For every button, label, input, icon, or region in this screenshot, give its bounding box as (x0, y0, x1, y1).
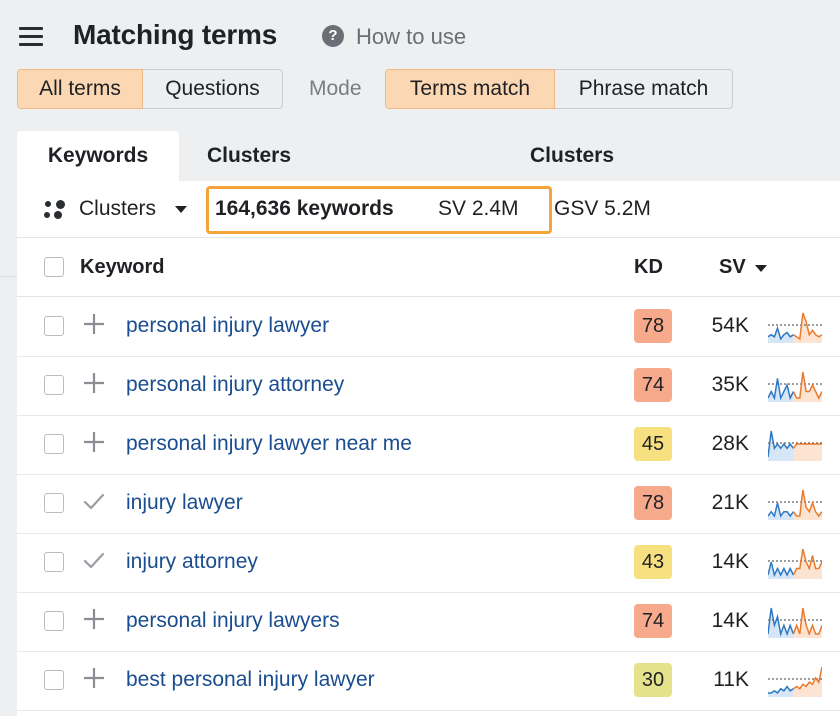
kd-badge: 30 (634, 663, 672, 697)
plus-icon[interactable] (83, 429, 105, 455)
table-header: Keyword KD SV (17, 238, 840, 297)
question-circle-icon[interactable]: ? (322, 25, 344, 47)
chevron-down-icon[interactable] (175, 206, 187, 213)
trend-sparkline (768, 312, 822, 343)
row-checkbox[interactable] (44, 611, 64, 631)
kd-badge: 78 (634, 486, 672, 520)
keyword-link[interactable]: personal injury attorney (126, 373, 344, 397)
keyword-link[interactable]: personal injury lawyer near me (126, 432, 412, 456)
tab-clusters-by-parent-topic[interactable]: Clusters by Parent Topic (207, 131, 291, 317)
phrase-match-button[interactable]: Phrase match (555, 69, 733, 109)
sv-value: 14K (711, 550, 749, 573)
clusters-icon (44, 200, 66, 220)
tab-clusters-by-terms[interactable]: Clusters by terms (530, 131, 614, 267)
table-row: personal injury lawyer near me 45 28K (17, 415, 840, 475)
trend-sparkline (768, 371, 822, 402)
mode-label: Mode (309, 77, 362, 100)
row-checkbox[interactable] (44, 552, 64, 572)
kd-badge: 45 (634, 427, 672, 461)
trend-sparkline (768, 607, 822, 638)
table-row: injury lawyer 78 21K (17, 474, 840, 534)
sv-value: 35K (711, 373, 749, 396)
plus-icon[interactable] (83, 370, 105, 396)
sv-total: SV 2.4M (438, 197, 519, 220)
trend-sparkline (768, 548, 822, 579)
trend-sparkline (768, 489, 822, 520)
row-checkbox[interactable] (44, 434, 64, 454)
table-row: best personal injury lawyer 30 11K (17, 651, 840, 711)
toolbar: Clusters 164,636 keywords SV 2.4M GSV 5.… (17, 181, 840, 238)
keyword-link[interactable]: injury lawyer (126, 491, 243, 515)
clusters-dropdown[interactable]: Clusters (79, 197, 156, 221)
sv-value: 54K (711, 314, 749, 337)
keyword-link[interactable]: best personal injury lawyer (126, 668, 375, 692)
kd-badge: 78 (634, 309, 672, 343)
row-checkbox[interactable] (44, 670, 64, 690)
keyword-link[interactable]: personal injury lawyer (126, 314, 329, 338)
sort-desc-icon[interactable] (755, 265, 767, 272)
table-row: injury attorney 43 14K (17, 533, 840, 593)
kd-badge: 43 (634, 545, 672, 579)
terms-match-button[interactable]: Terms match (385, 69, 555, 109)
plus-icon[interactable] (83, 311, 105, 337)
keywords-panel: Clusters 164,636 keywords SV 2.4M GSV 5.… (17, 181, 840, 716)
questions-button[interactable]: Questions (143, 69, 283, 109)
column-kd[interactable]: KD (634, 256, 663, 279)
sv-value: 11K (713, 668, 749, 691)
column-keyword[interactable]: Keyword (80, 256, 164, 279)
divider (0, 276, 17, 277)
page-title: Matching terms (73, 19, 278, 50)
keyword-link[interactable]: injury attorney (126, 550, 258, 574)
check-icon[interactable] (83, 488, 105, 514)
table-row: personal injury lawyers 74 14K (17, 592, 840, 652)
trend-sparkline (768, 666, 822, 697)
hamburger-icon[interactable] (19, 27, 43, 47)
column-sv[interactable]: SV (719, 256, 746, 279)
select-all-checkbox[interactable] (44, 257, 64, 277)
table-row: personal injury attorney 74 35K (17, 356, 840, 416)
row-checkbox[interactable] (44, 493, 64, 513)
plus-icon[interactable] (83, 665, 105, 691)
keyword-link[interactable]: personal injury lawyers (126, 609, 340, 633)
terms-toggle: All terms Questions (17, 69, 283, 109)
mode-toggle: Terms match Phrase match (385, 69, 733, 109)
all-terms-button[interactable]: All terms (17, 69, 143, 109)
sv-value: 28K (711, 432, 749, 455)
how-to-use-link[interactable]: How to use (356, 24, 466, 50)
sv-value: 14K (711, 609, 749, 632)
tab-keywords[interactable]: Keywords (17, 131, 179, 181)
table-row: personal injury lawyer 78 54K (17, 297, 840, 357)
header: Matching terms ? How to use (0, 0, 840, 70)
trend-sparkline (768, 430, 822, 461)
sv-value: 21K (711, 491, 749, 514)
keywords-count: 164,636 keywords (215, 197, 394, 220)
check-icon[interactable] (83, 547, 105, 573)
kd-badge: 74 (634, 604, 672, 638)
row-checkbox[interactable] (44, 316, 64, 336)
kd-badge: 74 (634, 368, 672, 402)
row-checkbox[interactable] (44, 375, 64, 395)
gsv-total: GSV 5.2M (554, 197, 651, 220)
plus-icon[interactable] (83, 606, 105, 632)
